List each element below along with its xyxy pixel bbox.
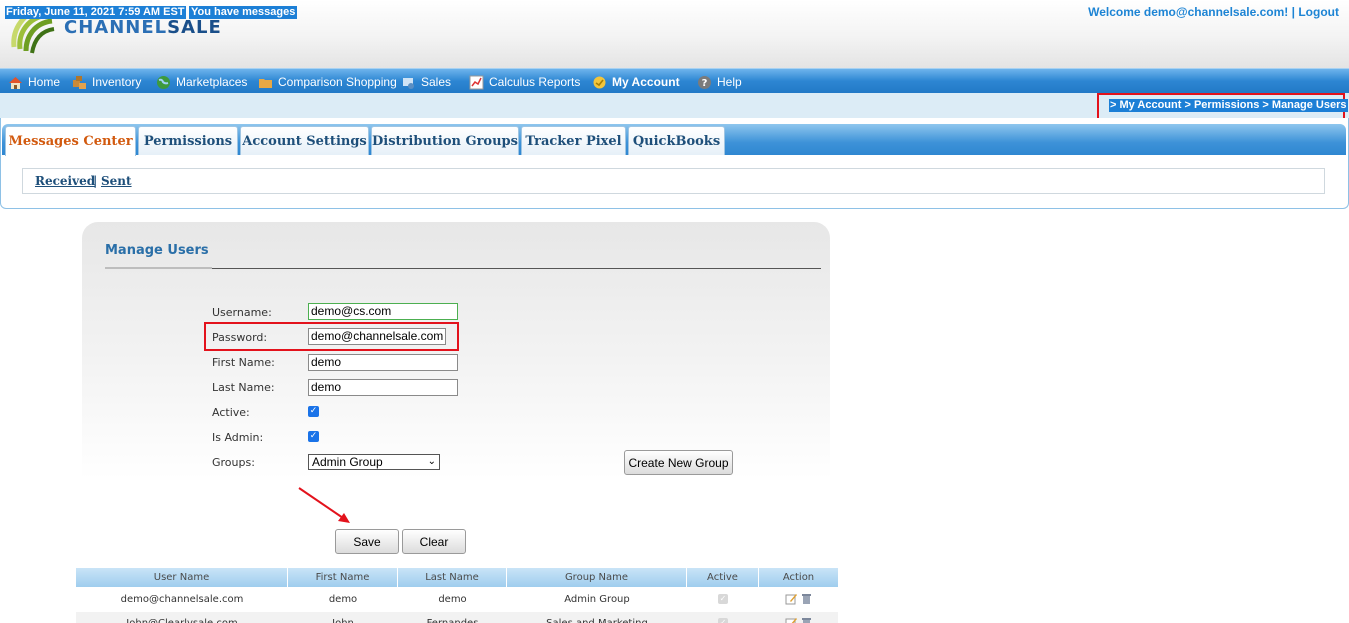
chevron-down-icon: ⌄	[427, 456, 436, 467]
home-icon	[9, 76, 22, 89]
tab-permissions[interactable]: Permissions	[138, 126, 238, 155]
nav-item-inventory[interactable]: Inventory	[72, 73, 141, 91]
col-last-name: Last Name	[398, 568, 507, 587]
nav-item-help[interactable]: ? Help	[697, 73, 742, 91]
col-action: Action	[782, 572, 815, 583]
first-name-label: First Name:	[212, 356, 275, 369]
inventory-icon	[73, 75, 86, 89]
groups-selected-value: Admin Group	[312, 455, 383, 469]
cell-first-name: demo	[328, 594, 358, 605]
is-admin-label: Is Admin:	[212, 431, 264, 444]
help-icon: ?	[698, 75, 711, 89]
cell-first-name: John	[288, 612, 398, 623]
nav-label-sales: Sales	[421, 75, 452, 89]
create-new-group-button[interactable]: Create New Group	[624, 450, 733, 475]
nav-label-help: Help	[717, 75, 742, 89]
cell-last-name: Fernandes	[398, 612, 507, 623]
breadcrumb[interactable]: > My Account > Permissions > Manage User…	[1109, 99, 1348, 112]
nav-item-sales[interactable]: Sales	[401, 73, 451, 91]
title-divider	[212, 268, 821, 269]
password-input[interactable]: demo@channelsale.com	[308, 328, 446, 345]
subnav-separator: |	[93, 174, 98, 188]
globe-icon	[157, 75, 170, 89]
main-nav: Home Inventory Marketplaces Comparison S…	[0, 68, 1349, 93]
last-name-label: Last Name:	[212, 381, 275, 394]
cell-group-name: Sales and Marketing	[507, 612, 687, 623]
first-name-input[interactable]: demo	[308, 354, 458, 371]
username-label: Username:	[212, 306, 272, 319]
welcome-area: Welcome demo@channelsale.com! | Logout	[1088, 5, 1339, 19]
col-group-name: Group Name	[507, 568, 687, 587]
tab-account-settings[interactable]: Account Settings	[240, 126, 369, 155]
tab-quickbooks[interactable]: QuickBooks	[628, 126, 725, 155]
trash-icon[interactable]	[801, 617, 812, 623]
nav-label-comparison-shopping: Comparison Shopping	[278, 75, 397, 89]
save-button[interactable]: Save	[335, 529, 399, 554]
nav-label-inventory: Inventory	[92, 75, 142, 89]
nav-item-calculus-reports[interactable]: Calculus Reports	[469, 73, 580, 91]
logo-wordmark: CHANNELSALE	[64, 17, 222, 38]
tab-messages-center[interactable]: Messages Center	[5, 126, 136, 156]
nav-item-my-account[interactable]: My Account	[592, 73, 680, 91]
cell-action	[759, 588, 838, 612]
welcome-user-link[interactable]: Welcome demo@channelsale.com!	[1088, 5, 1288, 19]
cell-user-name: demo@channelsale.com	[120, 594, 244, 605]
nav-label-marketplaces: Marketplaces	[176, 75, 248, 89]
folder-icon	[259, 78, 272, 88]
clear-button[interactable]: Clear	[402, 529, 466, 554]
received-link[interactable]: Received	[35, 174, 95, 188]
nav-item-marketplaces[interactable]: Marketplaces	[156, 73, 247, 91]
edit-icon[interactable]	[785, 593, 798, 605]
edit-icon[interactable]	[785, 617, 798, 623]
cell-last-name: demo	[438, 594, 467, 605]
table-row: demo@channelsale.com demo demo Admin Gro…	[76, 588, 838, 612]
nav-label-home: Home	[28, 75, 61, 89]
welcome-separator: |	[1291, 5, 1295, 19]
row-active-checkbox: ✓	[718, 594, 728, 604]
trash-icon[interactable]	[801, 593, 812, 605]
chart-icon	[469, 75, 484, 89]
logo-text-sale: SALE	[167, 17, 222, 38]
title-rule-accent	[105, 267, 212, 269]
nav-label-calculus-reports: Calculus Reports	[489, 75, 581, 89]
tab-tracker-pixel[interactable]: Tracker Pixel	[521, 126, 626, 155]
sales-icon	[403, 77, 414, 89]
sent-link[interactable]: Sent	[101, 174, 132, 188]
nav-label-my-account: My Account	[612, 75, 680, 89]
current-date: Friday, June 11, 2021 7:59 AM EST	[5, 6, 186, 19]
nav-item-home[interactable]: Home	[8, 73, 60, 91]
col-active: Active	[687, 568, 759, 587]
password-label: Password:	[212, 331, 268, 344]
messages-subnav: Received | Sent	[22, 168, 1325, 194]
groups-select[interactable]: Admin Group ⌄	[308, 454, 440, 470]
messages-link[interactable]: You have messages	[189, 6, 298, 19]
logo-text-channel: CHANNEL	[64, 17, 168, 38]
panel-title: Manage Users	[105, 243, 209, 258]
username-input[interactable]: demo@cs.com	[308, 303, 458, 320]
cell-active: ✓	[687, 588, 759, 612]
active-label: Active:	[212, 406, 250, 419]
account-icon	[593, 76, 606, 88]
groups-label: Groups:	[212, 456, 255, 469]
cell-user-name: John@Clearlysale.com	[76, 612, 288, 623]
is-admin-checkbox[interactable]: ✓	[308, 431, 319, 442]
users-table-header: User Name First Name Last Name Group Nam…	[76, 568, 838, 587]
nav-item-comparison-shopping[interactable]: Comparison Shopping	[258, 73, 397, 91]
table-row: John@Clearlysale.com John Fernandes Sale…	[76, 612, 838, 623]
tab-distribution-groups[interactable]: Distribution Groups	[371, 126, 519, 155]
annotation-arrow-icon	[298, 487, 350, 523]
last-name-input[interactable]: demo	[308, 379, 458, 396]
logout-link[interactable]: Logout	[1298, 5, 1339, 19]
cell-action	[759, 612, 838, 623]
cell-active: ✓	[687, 612, 759, 623]
manage-users-panel	[82, 222, 830, 480]
row-active-checkbox: ✓	[718, 618, 728, 623]
svg-text:?: ?	[702, 78, 708, 89]
col-user-name: User Name	[76, 568, 288, 587]
col-first-name: First Name	[288, 568, 398, 587]
active-checkbox[interactable]: ✓	[308, 406, 319, 417]
cell-group-name: Admin Group	[564, 594, 630, 605]
